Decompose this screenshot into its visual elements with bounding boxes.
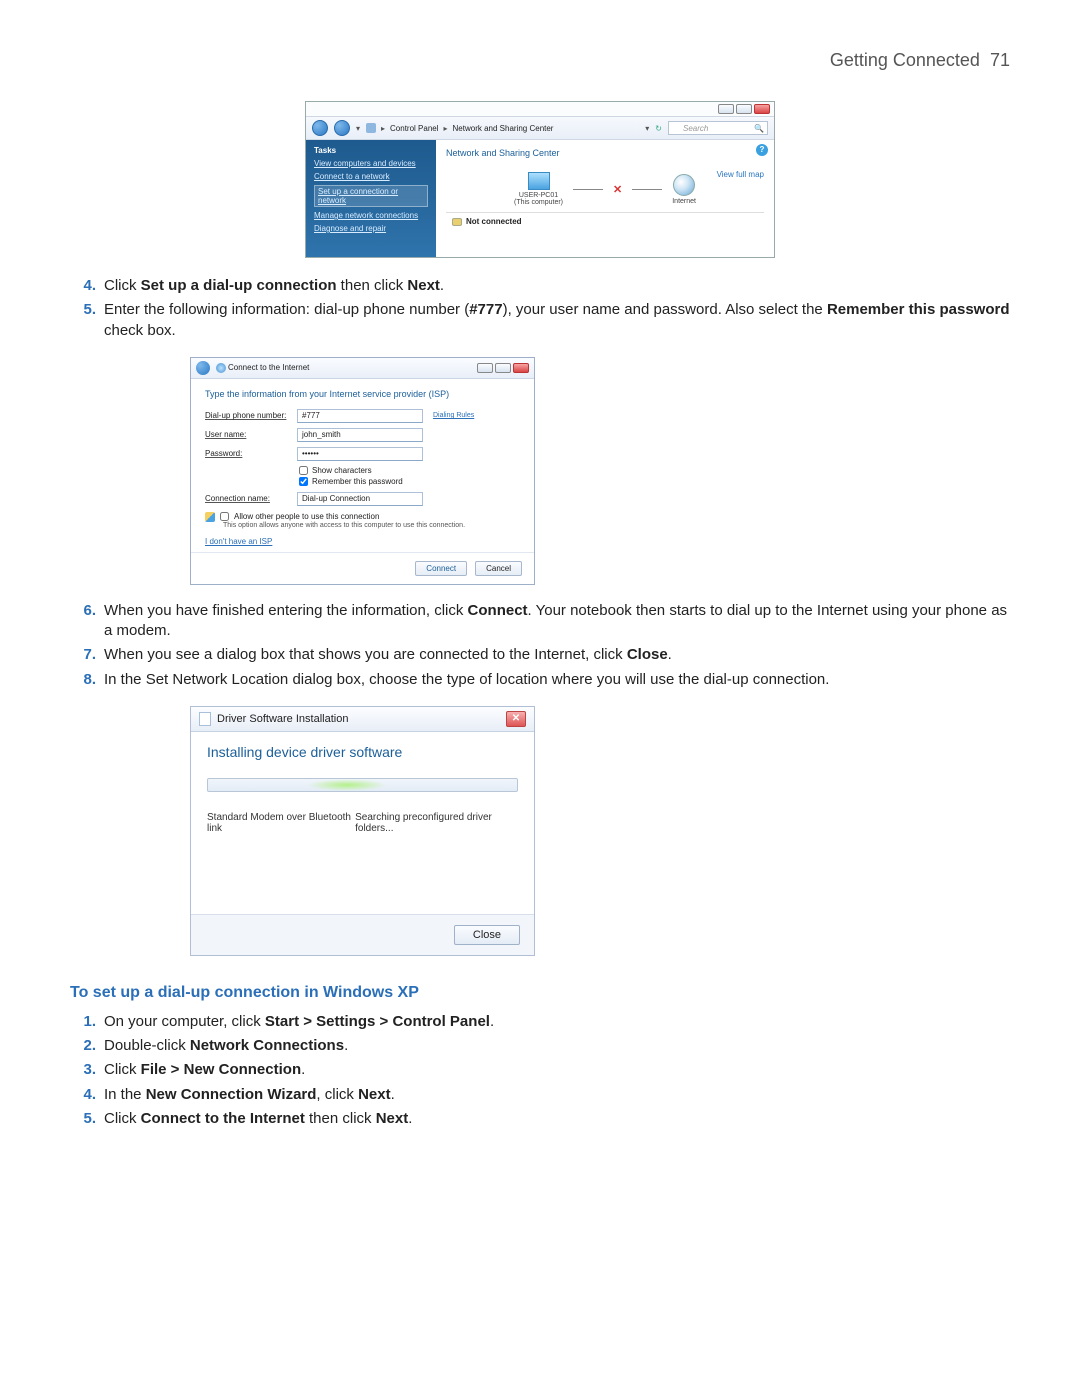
breadcrumb-nsc[interactable]: Network and Sharing Center	[453, 124, 554, 133]
xp-step-2: 2. Double-click Network Connections.	[70, 1036, 1010, 1056]
connection-name-field[interactable]: Dial-up Connection	[297, 492, 423, 506]
view-full-map-link[interactable]: View full map	[717, 170, 764, 179]
label-user: User name:	[205, 430, 297, 439]
remember-password-checkbox[interactable]: Remember this password	[299, 477, 520, 486]
xp-step-5: 5. Click Connect to the Internet then cl…	[70, 1109, 1010, 1129]
step-4: 4. Click Set up a dial-up connection the…	[70, 276, 1010, 296]
wizard-heading: Type the information from your Internet …	[205, 389, 520, 399]
xp-step-3: 3. Click File > New Connection.	[70, 1060, 1010, 1080]
close-icon[interactable]	[513, 363, 529, 373]
xp-step-4: 4. In the New Connection Wizard, click N…	[70, 1085, 1010, 1105]
back-icon[interactable]	[312, 120, 328, 136]
breadcrumb[interactable]: Control Panel Network and Sharing Center	[366, 123, 639, 133]
task-setup-connection[interactable]: Set up a connection or network	[314, 185, 428, 207]
connection-status: Not connected	[446, 212, 764, 230]
connect-internet-wizard: Connect to the Internet Type the informa…	[190, 357, 535, 585]
search-input[interactable]: Search 🔍	[668, 121, 768, 135]
status-icon	[452, 218, 462, 226]
label-phone: Dial-up phone number:	[205, 411, 297, 420]
phone-field[interactable]: #777	[297, 409, 423, 423]
driver-heading: Installing device driver software	[207, 744, 518, 760]
header-title: Getting Connected	[830, 50, 980, 70]
minimize-icon[interactable]	[718, 104, 734, 114]
internet-node: Internet	[672, 174, 696, 205]
label-password: Password:	[205, 449, 297, 458]
disconnected-icon: ✕	[613, 183, 622, 196]
connect-button[interactable]: Connect	[415, 561, 467, 576]
dialing-rules-link[interactable]: Dialing Rules	[433, 412, 474, 419]
search-icon: 🔍	[754, 124, 764, 133]
username-field[interactable]: john_smith	[297, 428, 423, 442]
wizard-title: Connect to the Internet	[228, 363, 309, 372]
password-field[interactable]: ••••••	[297, 447, 423, 461]
close-icon[interactable]	[754, 104, 770, 114]
show-characters-checkbox[interactable]: Show characters	[299, 466, 520, 475]
task-manage-connections[interactable]: Manage network connections	[314, 211, 428, 220]
task-diagnose-repair[interactable]: Diagnose and repair	[314, 224, 428, 233]
page-number: 71	[990, 50, 1010, 70]
allow-others-checkbox[interactable]	[220, 512, 229, 521]
page-icon	[199, 712, 211, 726]
computer-icon	[528, 172, 550, 190]
driver-title: Driver Software Installation	[217, 713, 348, 725]
close-button[interactable]: Close	[454, 925, 520, 945]
step-5: 5. Enter the following information: dial…	[70, 300, 1010, 341]
computer-icon	[366, 123, 376, 133]
step-7: 7. When you see a dialog box that shows …	[70, 645, 1010, 665]
back-icon[interactable]	[196, 361, 210, 375]
label-connection-name: Connection name:	[205, 494, 297, 503]
task-connect-network[interactable]: Connect to a network	[314, 172, 428, 181]
page-header: Getting Connected 71	[70, 50, 1010, 71]
close-icon[interactable]: ✕	[506, 711, 526, 727]
device-status: Searching preconfigured driver folders..…	[355, 812, 518, 834]
forward-icon[interactable]	[334, 120, 350, 136]
no-isp-link[interactable]: I don't have an ISP	[205, 537, 272, 546]
pc-node: USER-PC01 (This computer)	[514, 172, 563, 206]
globe-icon	[673, 174, 695, 196]
nsc-heading: Network and Sharing Center	[446, 148, 764, 158]
tasks-title: Tasks	[314, 146, 428, 155]
minimize-icon[interactable]	[477, 363, 493, 373]
breadcrumb-control-panel[interactable]: Control Panel	[390, 124, 438, 133]
allow-others-subtext: This option allows anyone with access to…	[223, 522, 520, 529]
driver-titlebar: Driver Software Installation ✕	[191, 707, 534, 732]
address-bar: ▾ Control Panel Network and Sharing Cent…	[306, 116, 774, 140]
window-titlebar	[306, 102, 774, 116]
maximize-icon[interactable]	[736, 104, 752, 114]
xp-section-heading: To set up a dial-up connection in Window…	[70, 984, 1010, 1002]
cancel-button[interactable]: Cancel	[475, 561, 522, 576]
task-view-computers[interactable]: View computers and devices	[314, 159, 428, 168]
progress-bar	[207, 778, 518, 792]
tasks-pane: Tasks View computers and devices Connect…	[306, 140, 436, 257]
globe-icon	[216, 363, 226, 373]
device-name: Standard Modem over Bluetooth link	[207, 812, 355, 834]
driver-install-dialog: Driver Software Installation ✕ Installin…	[190, 706, 535, 956]
maximize-icon[interactable]	[495, 363, 511, 373]
step-6: 6. When you have finished entering the i…	[70, 601, 1010, 642]
wizard-titlebar: Connect to the Internet	[191, 358, 534, 379]
xp-step-1: 1. On your computer, click Start > Setti…	[70, 1012, 1010, 1032]
network-sharing-center-window: ▾ Control Panel Network and Sharing Cent…	[305, 101, 775, 258]
shield-icon	[205, 512, 215, 522]
nsc-main-pane: ? Network and Sharing Center View full m…	[436, 140, 774, 257]
step-8: 8. In the Set Network Location dialog bo…	[70, 670, 1010, 690]
help-icon[interactable]: ?	[756, 144, 768, 156]
